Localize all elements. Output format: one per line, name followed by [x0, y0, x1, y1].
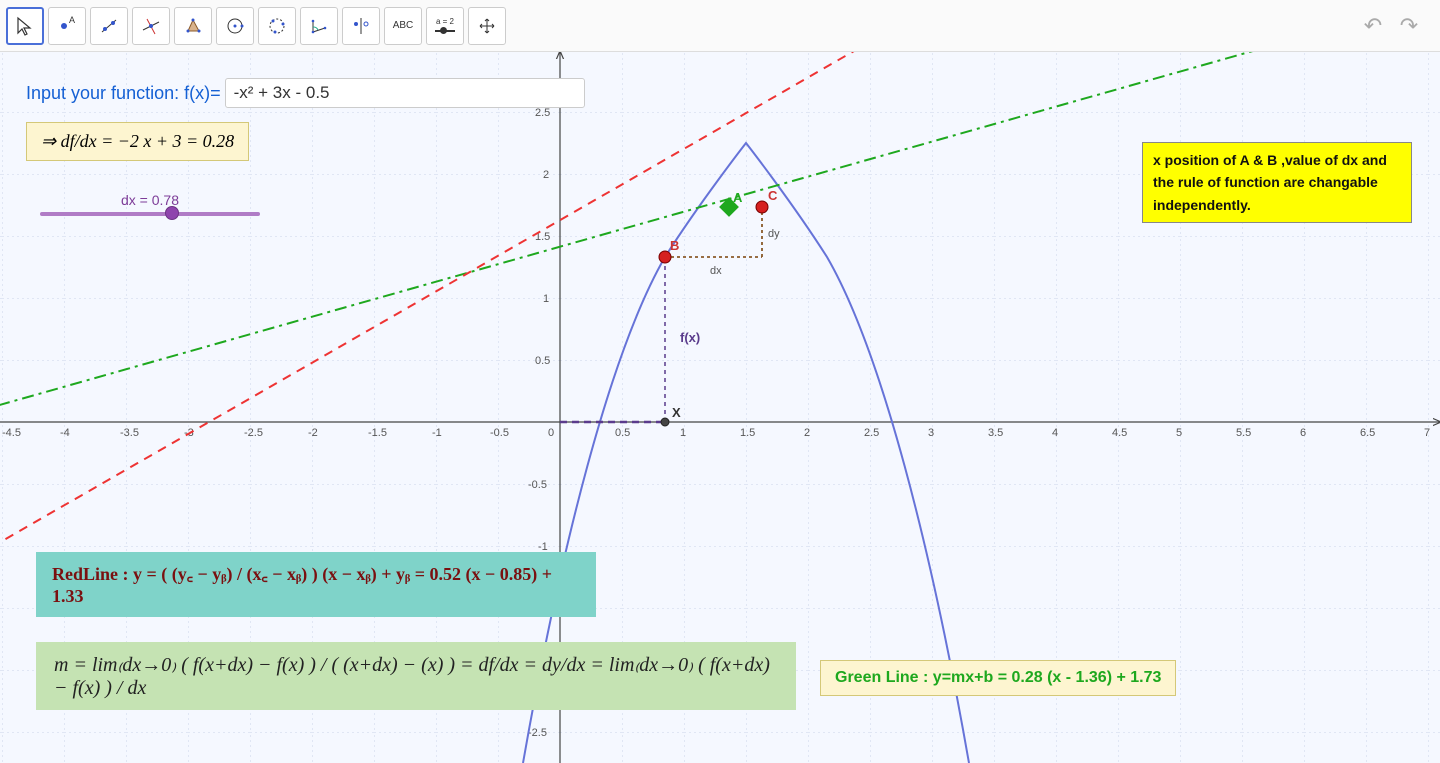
svg-text:0.5: 0.5: [615, 427, 630, 439]
svg-text:0: 0: [548, 427, 554, 439]
svg-text:0.5: 0.5: [535, 355, 550, 367]
svg-text:6.5: 6.5: [1360, 427, 1375, 439]
tool-pan[interactable]: [468, 7, 506, 45]
svg-text:3.5: 3.5: [988, 427, 1003, 439]
tool-circle3[interactable]: [258, 7, 296, 45]
svg-text:-0.5: -0.5: [528, 479, 547, 491]
function-input-label: Input your function: f(x)=: [26, 83, 221, 104]
svg-text:-3.5: -3.5: [120, 427, 139, 439]
tool-text[interactable]: ABC: [384, 7, 422, 45]
tool-reflect[interactable]: [342, 7, 380, 45]
svg-text:3: 3: [928, 427, 934, 439]
svg-text:2: 2: [804, 427, 810, 439]
redo-button[interactable]: ↷: [1394, 11, 1424, 41]
label-dx: dx: [710, 265, 722, 277]
svg-text:-2.5: -2.5: [528, 727, 547, 739]
svg-text:2.5: 2.5: [535, 107, 550, 119]
svg-text:1: 1: [543, 293, 549, 305]
toolbar: A ABC a = 2 ↶ ↷: [0, 0, 1440, 52]
svg-text:5: 5: [1176, 427, 1182, 439]
svg-text:X: X: [672, 405, 681, 420]
svg-text:-2: -2: [308, 427, 318, 439]
tool-angle[interactable]: [300, 7, 338, 45]
svg-text:-1.5: -1.5: [368, 427, 387, 439]
function-input[interactable]: [225, 78, 585, 108]
dx-slider-label: dx = 0.78: [40, 192, 260, 208]
redline-formula: RedLine : y = ( (y꜀ − yᵦ) / (x꜀ − xᵦ) ) …: [36, 552, 596, 617]
svg-text:A: A: [69, 16, 75, 25]
svg-text:2: 2: [543, 169, 549, 181]
svg-text:7: 7: [1424, 427, 1430, 439]
tool-polygon[interactable]: [174, 7, 212, 45]
svg-text:C: C: [768, 188, 778, 203]
svg-text:5.5: 5.5: [1236, 427, 1251, 439]
svg-text:2.5: 2.5: [864, 427, 879, 439]
derivative-box: ⇒ df/dx = −2 x + 3 = 0.28: [26, 122, 249, 161]
svg-text:1: 1: [680, 427, 686, 439]
limit-formula: m = lim₍dx→0₎ ( f(x+dx) − f(x) ) / ( (x+…: [36, 642, 796, 710]
svg-text:-4: -4: [60, 427, 70, 439]
undo-button[interactable]: ↶: [1358, 11, 1388, 41]
tool-line[interactable]: [90, 7, 128, 45]
greenline-formula: Green Line : y=mx+b = 0.28 (x - 1.36) + …: [820, 660, 1176, 696]
dx-slider[interactable]: dx = 0.78: [40, 192, 260, 216]
svg-text:A: A: [733, 190, 743, 205]
tool-slider[interactable]: a = 2: [426, 7, 464, 45]
svg-text:-0.5: -0.5: [490, 427, 509, 439]
svg-text:-2.5: -2.5: [244, 427, 263, 439]
function-input-row: Input your function: f(x)=: [26, 78, 585, 108]
svg-text:4: 4: [1052, 427, 1058, 439]
tool-perpendicular[interactable]: [132, 7, 170, 45]
svg-text:6: 6: [1300, 427, 1306, 439]
undo-redo-group: ↶ ↷: [1358, 11, 1434, 41]
dx-slider-track[interactable]: [40, 212, 260, 216]
label-fx: f(x): [680, 330, 700, 345]
svg-text:4.5: 4.5: [1112, 427, 1127, 439]
svg-text:1.5: 1.5: [740, 427, 755, 439]
tool-slider-label: a = 2: [436, 17, 454, 26]
tool-point[interactable]: A: [48, 7, 86, 45]
note-box: x position of A & B ,value of dx and the…: [1142, 142, 1412, 223]
label-dy: dy: [768, 228, 780, 240]
svg-text:B: B: [670, 238, 679, 253]
svg-text:-4.5: -4.5: [2, 427, 21, 439]
tool-move[interactable]: [6, 7, 44, 45]
graph-canvas[interactable]: -4.5 -4 -3.5 -3 -2.5 -2 -1.5 -1 -0.5 0 0…: [0, 52, 1440, 763]
svg-text:-1: -1: [432, 427, 442, 439]
tool-circle[interactable]: [216, 7, 254, 45]
derivative-text: ⇒ df/dx = −2 x + 3 = 0.28: [41, 131, 234, 151]
